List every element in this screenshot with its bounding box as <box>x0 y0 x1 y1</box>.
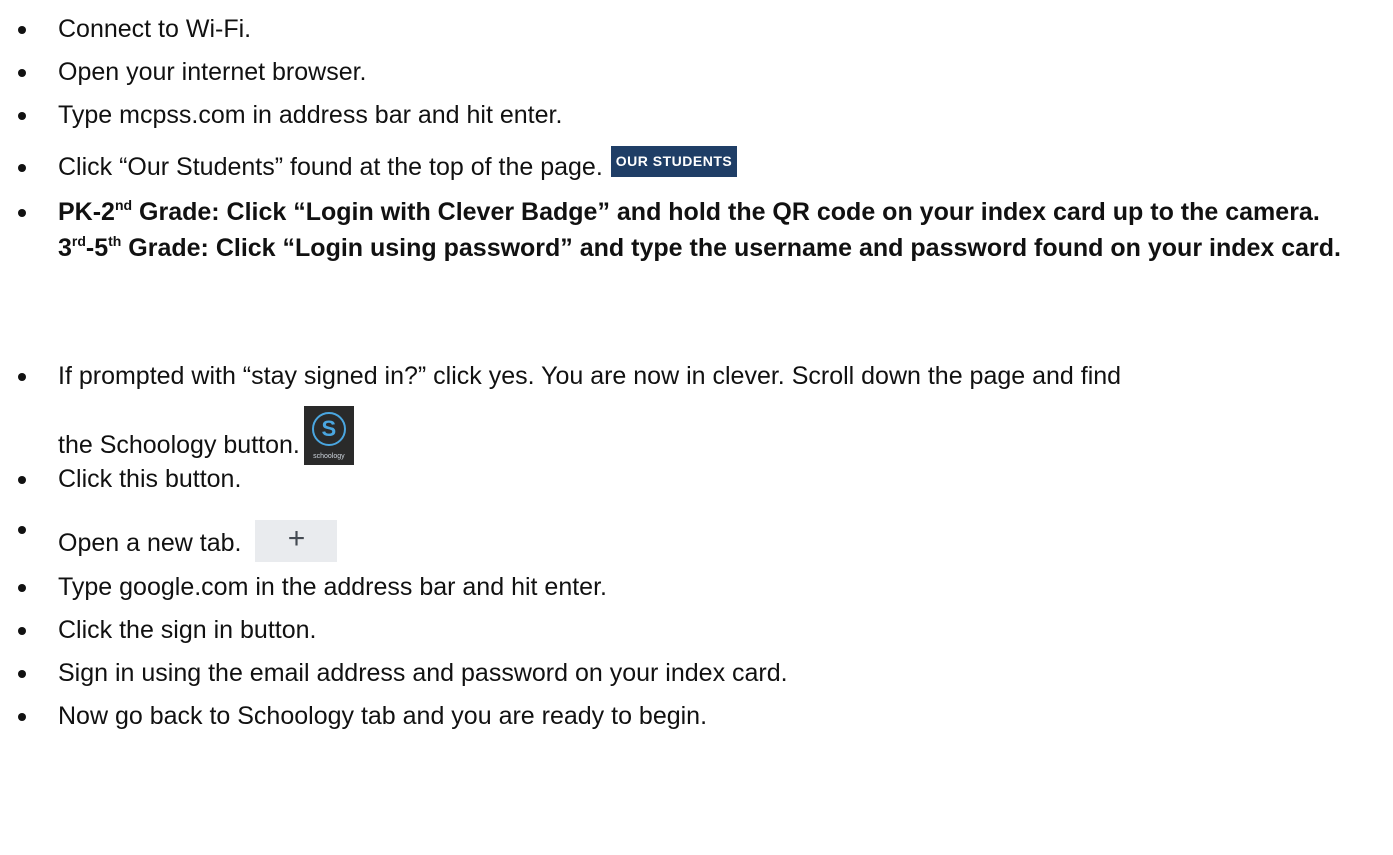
step-sign-in-button: Click the sign in button. <box>18 616 1389 644</box>
step-stay-signed-in: If prompted with “stay signed in?” click… <box>18 362 1389 465</box>
schoology-logo-letter: S <box>311 412 346 446</box>
step-open-new-tab: Open a new tab. + <box>18 515 1389 562</box>
step-text: Now go back to Schoology tab and you are… <box>58 702 708 730</box>
step-text: Type mcpss.com in address bar and hit en… <box>58 101 563 129</box>
ordinal-suffix: nd <box>114 197 133 213</box>
grade-5-label: -5 <box>85 234 109 262</box>
step-click-our-students: Click “Our Students” found at the top of… <box>18 146 1389 186</box>
grade-pk2-instruction: PK-2nd Grade: Click “Login with Clever B… <box>58 194 1389 230</box>
step-type-google: Type google.com in the address bar and h… <box>18 573 1389 601</box>
step-grade-login: PK-2nd Grade: Click “Login with Clever B… <box>18 194 1389 266</box>
plus-icon[interactable]: + <box>255 520 338 562</box>
grade-3-5-instruction: 3rd-5th Grade: Click “Login using passwo… <box>58 230 1389 266</box>
schoology-icon[interactable]: Sschoology <box>303 406 354 465</box>
grade-3-5-text: Grade: Click “Login using password” and … <box>121 234 1342 262</box>
ordinal-suffix: th <box>108 233 122 249</box>
step-text: Click “Our Students” found at the top of… <box>58 153 603 181</box>
step-text: Click the sign in button. <box>58 616 317 644</box>
schoology-logo-word: schoology <box>313 453 345 460</box>
step-type-mcpss: Type mcpss.com in address bar and hit en… <box>18 101 1389 129</box>
step-click-button: Click this button. <box>18 465 1389 493</box>
step-text: Open a new tab. <box>58 529 242 557</box>
step-text-line2: the Schoology button. Sschoology <box>58 400 1389 465</box>
our-students-button[interactable]: OUR STUDENTS <box>610 146 738 177</box>
step-text: the Schoology button. <box>58 431 300 459</box>
step-connect-wifi: Connect to Wi-Fi. <box>18 15 1389 43</box>
step-text: Sign in using the email address and pass… <box>58 659 788 687</box>
ordinal-suffix: rd <box>71 233 86 249</box>
step-back-to-schoology: Now go back to Schoology tab and you are… <box>18 702 1389 730</box>
step-open-browser: Open your internet browser. <box>18 58 1389 86</box>
grade-3-label: 3 <box>58 234 72 262</box>
step-sign-in-email: Sign in using the email address and pass… <box>18 659 1389 687</box>
step-text: Connect to Wi-Fi. <box>58 15 252 43</box>
grade-pk2-text: Grade: Click “Login with Clever Badge” a… <box>132 198 1320 226</box>
step-text: Click this button. <box>58 465 242 493</box>
instructions-document: Connect to Wi-Fi. Open your internet bro… <box>0 0 1393 855</box>
step-text: If prompted with “stay signed in?” click… <box>58 362 1122 390</box>
step-text: Open your internet browser. <box>58 58 367 86</box>
grade-pk2-label: PK-2 <box>58 198 115 226</box>
step-text: Type google.com in the address bar and h… <box>58 573 607 601</box>
